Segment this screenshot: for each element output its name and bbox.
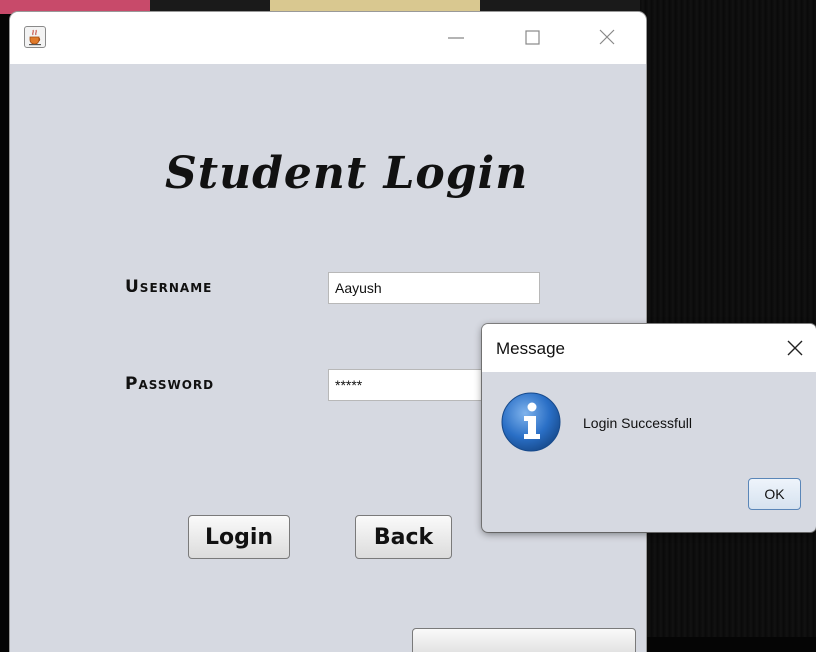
info-icon <box>500 391 562 453</box>
ok-button[interactable]: OK <box>748 478 801 510</box>
desktop-background <box>640 0 816 637</box>
minimize-icon[interactable] <box>442 25 470 51</box>
username-input[interactable] <box>328 272 540 304</box>
password-label: Password <box>125 374 215 394</box>
dialog-message: Login Successfull <box>583 415 692 431</box>
login-button[interactable]: Login <box>188 515 290 559</box>
page-title: Student Login <box>165 148 529 199</box>
back-button[interactable]: Back <box>355 515 452 559</box>
window-titlebar[interactable] <box>10 12 646 64</box>
message-dialog: Message Login Successfull OK <box>482 324 816 532</box>
close-icon[interactable] <box>593 25 621 51</box>
dialog-title: Message <box>496 339 565 358</box>
username-label: Username <box>125 277 213 297</box>
java-cup-icon[interactable] <box>24 26 46 48</box>
maximize-icon[interactable] <box>518 25 546 51</box>
partially-visible-button[interactable] <box>412 628 636 652</box>
dialog-close-icon[interactable] <box>784 337 806 359</box>
dialog-titlebar[interactable]: Message <box>482 324 816 372</box>
password-input[interactable] <box>328 369 508 401</box>
